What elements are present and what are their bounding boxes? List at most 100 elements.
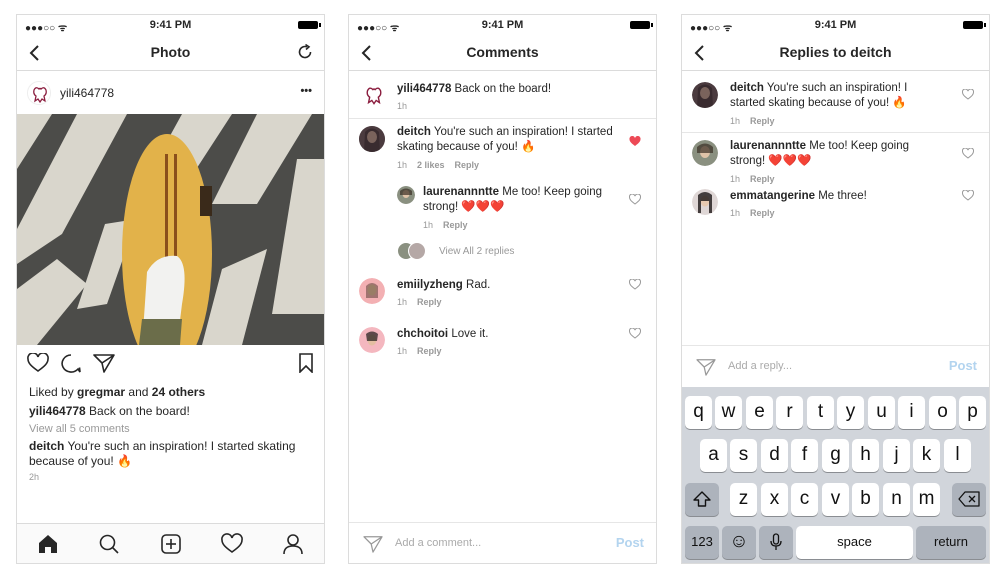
comment-meta: 1h Reply (730, 174, 785, 184)
search-icon[interactable] (98, 533, 120, 555)
key-p[interactable]: p (959, 396, 986, 429)
reply-button[interactable]: Reply (417, 297, 442, 307)
key-n[interactable]: n (883, 483, 910, 516)
comment-input[interactable]: Add a comment... (395, 537, 481, 549)
bookmark-icon[interactable] (298, 353, 314, 373)
key-h[interactable]: h (852, 439, 879, 472)
direct-send-icon[interactable] (696, 358, 716, 376)
key-f[interactable]: f (791, 439, 818, 472)
like-heart-icon[interactable] (962, 148, 974, 159)
comment-time: 1h (397, 101, 408, 111)
key-r[interactable]: r (776, 396, 803, 429)
refresh-icon[interactable] (296, 43, 314, 61)
comment-user[interactable]: deitch (397, 126, 431, 138)
key-z[interactable]: z (730, 483, 757, 516)
key-s[interactable]: s (730, 439, 757, 472)
key-i[interactable]: i (898, 396, 925, 429)
comment-user[interactable]: deitch (29, 439, 64, 453)
key-g[interactable]: g (822, 439, 849, 472)
reply-avatars (397, 242, 429, 260)
shift-key[interactable] (685, 483, 719, 516)
avatar[interactable] (397, 186, 415, 204)
comment-time: 1h (423, 220, 434, 230)
emoji-key[interactable]: ☺ (722, 526, 756, 559)
key-j[interactable]: j (883, 439, 910, 472)
share-icon[interactable] (93, 353, 115, 373)
liked-user[interactable]: gregmar (77, 385, 125, 399)
key-o[interactable]: o (929, 396, 956, 429)
key-v[interactable]: v (822, 483, 849, 516)
comment-user[interactable]: deitch (730, 82, 764, 94)
delete-key[interactable] (952, 483, 986, 516)
avatar[interactable] (359, 327, 385, 353)
profile-icon[interactable] (282, 533, 304, 555)
comment-user[interactable]: yili464778 (397, 83, 451, 95)
status-time: 9:41 PM (481, 19, 524, 31)
comment-user[interactable]: laurenannntte (730, 140, 806, 152)
return-key[interactable]: return (916, 526, 986, 559)
comment-user[interactable]: laurenannntte (423, 186, 499, 198)
post-button[interactable]: Post (949, 358, 977, 373)
like-heart-icon[interactable] (629, 194, 641, 205)
key-x[interactable]: x (761, 483, 788, 516)
liked-heart-icon[interactable] (629, 136, 641, 147)
avatar[interactable] (692, 189, 718, 215)
space-key[interactable]: space (796, 526, 913, 559)
more-options-icon[interactable]: ••• (300, 85, 312, 97)
post-button[interactable]: Post (616, 535, 644, 550)
key-a[interactable]: a (700, 439, 727, 472)
avatar[interactable] (359, 126, 385, 152)
comment-time: 1h (397, 346, 408, 356)
like-heart-icon[interactable] (962, 190, 974, 201)
like-heart-icon[interactable] (962, 89, 974, 100)
add-post-icon[interactable] (160, 533, 182, 555)
avatar (408, 242, 426, 260)
liked-others[interactable]: 24 others (152, 385, 205, 399)
comment-user[interactable]: emmatangerine (730, 190, 815, 202)
reply-button[interactable]: Reply (417, 346, 442, 356)
avatar[interactable] (27, 81, 51, 105)
reply-button[interactable]: Reply (750, 116, 775, 126)
key-e[interactable]: e (746, 396, 773, 429)
view-all-comments-link[interactable]: View all 5 comments (29, 423, 130, 435)
comment-time: 1h (730, 116, 741, 126)
post-photo[interactable] (17, 114, 324, 345)
key-w[interactable]: w (715, 396, 742, 429)
key-l[interactable]: l (944, 439, 971, 472)
like-heart-icon[interactable] (629, 279, 641, 290)
avatar[interactable] (692, 82, 718, 108)
avatar[interactable] (359, 278, 385, 304)
comment-user[interactable]: chchoitoi (397, 328, 448, 340)
direct-send-icon[interactable] (363, 535, 383, 553)
key-d[interactable]: d (761, 439, 788, 472)
post-time: 2h (29, 472, 40, 482)
avatar[interactable] (692, 140, 718, 166)
like-heart-icon[interactable] (629, 328, 641, 339)
comment-user[interactable]: emiilyzheng (397, 279, 463, 291)
key-u[interactable]: u (868, 396, 895, 429)
avatar[interactable] (361, 82, 387, 108)
nav-bar: Comments (349, 35, 656, 71)
reply-button[interactable]: Reply (443, 220, 468, 230)
key-m[interactable]: m (913, 483, 940, 516)
key-q[interactable]: q (685, 396, 712, 429)
like-icon[interactable] (27, 353, 49, 373)
reply-button[interactable]: Reply (750, 174, 775, 184)
comment-icon[interactable] (60, 353, 82, 374)
reply-button[interactable]: Reply (750, 208, 775, 218)
view-all-replies-link[interactable]: View All 2 replies (439, 246, 514, 257)
key-c[interactable]: c (791, 483, 818, 516)
dictation-key[interactable] (759, 526, 793, 559)
home-icon[interactable] (37, 533, 59, 555)
key-k[interactable]: k (913, 439, 940, 472)
caption-user[interactable]: yili464778 (29, 404, 86, 418)
key-b[interactable]: b (852, 483, 879, 516)
key-y[interactable]: y (837, 396, 864, 429)
numbers-key[interactable]: 123 (685, 526, 719, 559)
like-count[interactable]: 2 likes (417, 160, 445, 170)
activity-heart-icon[interactable] (221, 533, 243, 555)
key-t[interactable]: t (807, 396, 834, 429)
reply-button[interactable]: Reply (455, 160, 480, 170)
post-username[interactable]: yili464778 (60, 86, 114, 100)
reply-input[interactable]: Add a reply... (728, 360, 792, 372)
